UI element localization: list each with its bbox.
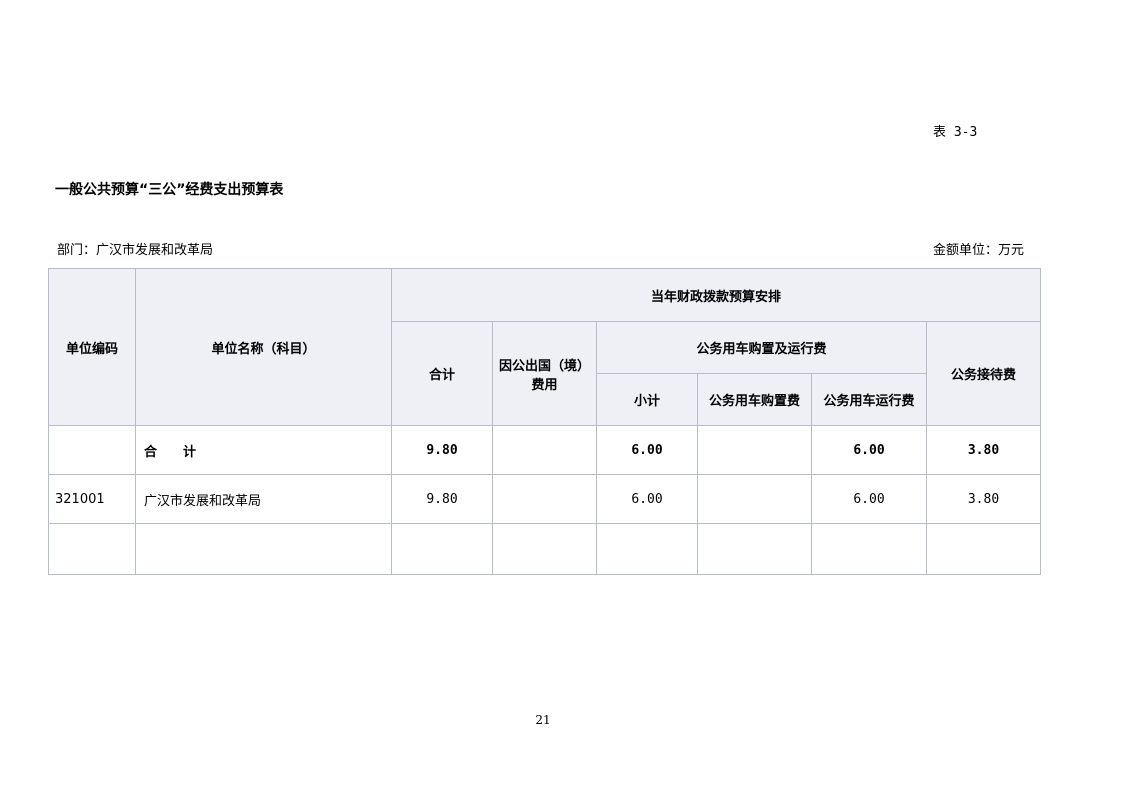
table-number: 表 3-3 (933, 125, 978, 140)
page-number: 21 (535, 713, 551, 727)
header-row: 单位编码 单位名称（科目） 当年财政拨款预算安排 (48, 268, 1042, 426)
table-row: 321001 广汉市发展和改革局 9.80 6.00 6.00 3.80 (48, 474, 1042, 524)
header-vehicle-purchase: 公务用车购置费 (697, 373, 812, 426)
header-unit-code: 单位编码 (48, 268, 136, 426)
empty-cell (925, 523, 1042, 575)
empty-cell (697, 523, 812, 575)
header-abroad-line2: 费用 (531, 377, 558, 393)
reception-cell: 3.80 (925, 474, 1042, 524)
total-cell: 9.80 (391, 474, 493, 524)
subtotal-cell: 6.00 (596, 474, 698, 524)
purchase-cell (697, 474, 812, 524)
empty-cell (391, 523, 493, 575)
unit-code-cell: 321001 (48, 474, 136, 524)
empty-cell (48, 523, 136, 575)
empty-cell (811, 523, 927, 575)
department-label: 部门：广汉市发展和改革局 (57, 243, 214, 258)
header-vehicle-group: 公务用车购置及运行费 (596, 321, 927, 374)
header-abroad-line1: 因公出国（境） (499, 358, 591, 374)
header-unit-name: 单位名称（科目） (135, 268, 392, 426)
empty-row (48, 523, 1042, 575)
abroad-cell (492, 474, 597, 524)
empty-cell (596, 523, 698, 575)
amount-unit-label: 金额单位：万元 (933, 243, 1025, 258)
total-subtotal-cell: 6.00 (596, 425, 698, 475)
total-reception-cell: 3.80 (925, 425, 1042, 475)
total-operation-cell: 6.00 (811, 425, 927, 475)
total-purchase-cell (697, 425, 812, 475)
header-subtotal: 小计 (596, 373, 698, 426)
header-abroad: 因公出国（境） 费用 (492, 321, 597, 426)
total-abroad-cell (492, 425, 597, 475)
header-current-year: 当年财政拨款预算安排 (390, 268, 1042, 322)
budget-table: 单位编码 单位名称（科目） 当年财政拨款预算安排 合计 因公出国（境） 费用 公… (48, 268, 1042, 575)
unit-name-cell: 广汉市发展和改革局 (135, 474, 392, 524)
document-title: 一般公共预算“三公”经费支出预算表 (55, 182, 284, 198)
total-label: 合 计 (135, 425, 392, 475)
empty-cell (492, 523, 597, 575)
header-vehicle-operation: 公务用车运行费 (811, 373, 927, 426)
empty-cell (135, 523, 392, 575)
header-reception: 公务接待费 (925, 321, 1042, 426)
total-total-cell: 9.80 (391, 425, 493, 475)
total-code-cell (48, 425, 136, 475)
operation-cell: 6.00 (811, 474, 927, 524)
total-row: 合 计 9.80 6.00 6.00 3.80 (48, 425, 1042, 475)
header-total: 合计 (391, 321, 493, 426)
